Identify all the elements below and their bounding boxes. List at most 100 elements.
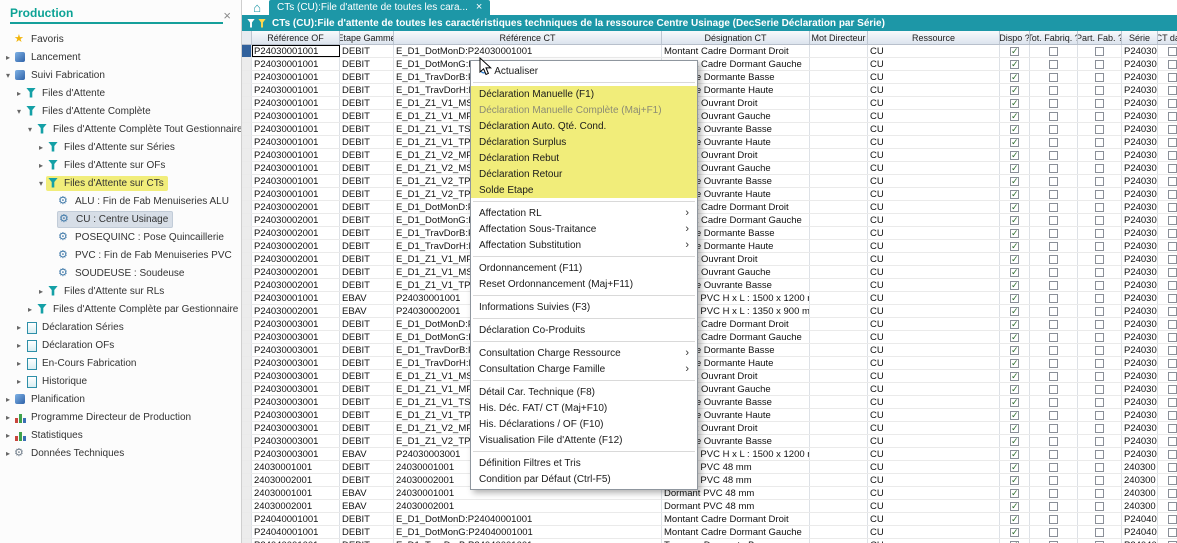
cell-mot[interactable] (810, 422, 868, 434)
expand-arrow-icon[interactable]: ▾ (3, 71, 13, 80)
tree-item-content[interactable]: Suivi Fabrication (13, 68, 109, 83)
row-selector[interactable] (242, 344, 252, 356)
cell-ressource[interactable]: CU (868, 305, 1000, 317)
sidebar-item-en-cours-fabrication[interactable]: ▸ En-Cours Fabrication (0, 354, 241, 372)
cell-etape[interactable]: DEBIT (340, 370, 394, 382)
cell-of[interactable]: P24030003001 (252, 318, 340, 330)
column-header-of[interactable]: Référence OF (252, 31, 340, 44)
cell-mot[interactable] (810, 58, 868, 70)
cell-serie[interactable]: P24030 (1122, 305, 1158, 317)
menu-item[interactable]: Consultation Charge Famille › (471, 361, 697, 377)
checkbox-tot[interactable] (1049, 345, 1058, 355)
checkbox-ctdans[interactable] (1168, 397, 1177, 407)
checkbox-dispo[interactable] (1010, 293, 1019, 304)
menu-item[interactable]: Affectation RL › (471, 205, 697, 221)
checkbox-tot[interactable] (1049, 202, 1058, 212)
tab-active[interactable]: CTs (CU):File d'attente de toutes les ca… (269, 0, 491, 15)
checkbox-dispo[interactable] (1010, 475, 1019, 486)
cell-tot[interactable] (1030, 487, 1078, 499)
cell-tot[interactable] (1030, 526, 1078, 538)
row-selector[interactable] (242, 240, 252, 252)
row-selector[interactable] (242, 357, 252, 369)
cell-tot[interactable] (1030, 84, 1078, 96)
menu-item[interactable]: Détail Car. Technique (F8) (471, 384, 697, 400)
cell-of[interactable]: 24030002001 (252, 474, 340, 486)
checkbox-dispo[interactable] (1010, 98, 1019, 109)
tree-item-content[interactable]: Favoris (13, 32, 68, 47)
checkbox-dispo[interactable] (1010, 111, 1019, 122)
checkbox-ctdans[interactable] (1168, 514, 1177, 524)
checkbox-tot[interactable] (1049, 501, 1058, 511)
sidebar-item-favoris[interactable]: Favoris (0, 30, 241, 48)
cell-ressource[interactable]: CU (868, 227, 1000, 239)
cell-tot[interactable] (1030, 188, 1078, 200)
cell-part[interactable] (1078, 162, 1122, 174)
checkbox-tot[interactable] (1049, 267, 1058, 277)
cell-serie[interactable]: P24030 (1122, 318, 1158, 330)
cell-tot[interactable] (1030, 162, 1078, 174)
cell-ctdans[interactable] (1158, 383, 1177, 395)
cell-ressource[interactable]: CU (868, 331, 1000, 343)
cell-part[interactable] (1078, 136, 1122, 148)
cell-etape[interactable]: EBAV (340, 305, 394, 317)
cell-tot[interactable] (1030, 331, 1078, 343)
grid-row[interactable]: P24030001001 DEBIT E_D1_DotMonG:P240300010… (242, 58, 1177, 71)
checkbox-ctdans[interactable] (1168, 358, 1177, 368)
checkbox-ctdans[interactable] (1168, 267, 1177, 277)
cell-serie[interactable]: P24040 (1122, 539, 1158, 543)
sidebar-item-historique[interactable]: ▸ Historique (0, 372, 241, 390)
checkbox-part[interactable] (1095, 423, 1104, 433)
cell-mot[interactable] (810, 539, 868, 543)
cell-dispo[interactable] (1000, 201, 1030, 213)
tree-item-content[interactable]: CU : Centre Usinage (57, 210, 174, 228)
checkbox-ctdans[interactable] (1168, 215, 1177, 225)
cell-of[interactable]: P24030002001 (252, 240, 340, 252)
cell-etape[interactable]: DEBIT (340, 474, 394, 486)
cell-tot[interactable] (1030, 201, 1078, 213)
cell-ressource[interactable]: CU (868, 396, 1000, 408)
checkbox-ctdans[interactable] (1168, 475, 1177, 485)
cell-serie[interactable]: P24030 (1122, 123, 1158, 135)
row-selector[interactable] (242, 305, 252, 317)
cell-mot[interactable] (810, 526, 868, 538)
sidebar-item-programme-directeur-de-production[interactable]: ▸ Programme Directeur de Production (0, 408, 241, 426)
checkbox-part[interactable] (1095, 410, 1104, 420)
cell-part[interactable] (1078, 461, 1122, 473)
checkbox-dispo[interactable] (1010, 59, 1019, 70)
tree-item-content[interactable]: SOUDEUSE : Soudeuse (57, 266, 189, 281)
cell-dispo[interactable] (1000, 318, 1030, 330)
cell-serie[interactable]: P24030 (1122, 409, 1158, 421)
checkbox-part[interactable] (1095, 514, 1104, 524)
cell-of[interactable]: P24030001001 (252, 162, 340, 174)
cell-of[interactable]: P24030003001 (252, 331, 340, 343)
cell-tot[interactable] (1030, 539, 1078, 543)
cell-ressource[interactable]: CU (868, 136, 1000, 148)
cell-dispo[interactable] (1000, 188, 1030, 200)
cell-ctdans[interactable] (1158, 110, 1177, 122)
row-selector[interactable] (242, 84, 252, 96)
tree-item-content[interactable]: Files d'Attente sur OFs (46, 158, 169, 173)
cell-part[interactable] (1078, 227, 1122, 239)
cell-mot[interactable] (810, 435, 868, 447)
cell-ressource[interactable]: CU (868, 539, 1000, 543)
cell-mot[interactable] (810, 201, 868, 213)
cell-part[interactable] (1078, 344, 1122, 356)
cell-ressource[interactable]: CU (868, 253, 1000, 265)
sidebar-item-pvc-fin-de-fab-menuiseries-pvc[interactable]: PVC : Fin de Fab Menuiseries PVC (0, 246, 241, 264)
cell-ressource[interactable]: CU (868, 500, 1000, 512)
cell-of[interactable]: P24030002001 (252, 227, 340, 239)
grid-row[interactable]: P24030003001 DEBIT E_D1_TravDorH:P24030003… (242, 357, 1177, 370)
sidebar-item-cu-centre-usinage[interactable]: CU : Centre Usinage (0, 210, 241, 228)
cell-ctdans[interactable] (1158, 500, 1177, 512)
cell-tot[interactable] (1030, 344, 1078, 356)
row-selector[interactable] (242, 539, 252, 543)
cell-etape[interactable]: EBAV (340, 487, 394, 499)
cell-part[interactable] (1078, 240, 1122, 252)
menu-item[interactable]: Affectation Substitution › (471, 237, 697, 253)
cell-ressource[interactable]: CU (868, 487, 1000, 499)
grid-row[interactable]: P24030003001DEBITE_D1_Z1_V1_TPiv:P240300… (242, 409, 1177, 422)
cell-etape[interactable]: DEBIT (340, 279, 394, 291)
cell-ressource[interactable]: CU (868, 45, 1000, 57)
checkbox-ctdans[interactable] (1168, 306, 1177, 316)
expand-arrow-icon[interactable]: ▸ (14, 89, 24, 98)
